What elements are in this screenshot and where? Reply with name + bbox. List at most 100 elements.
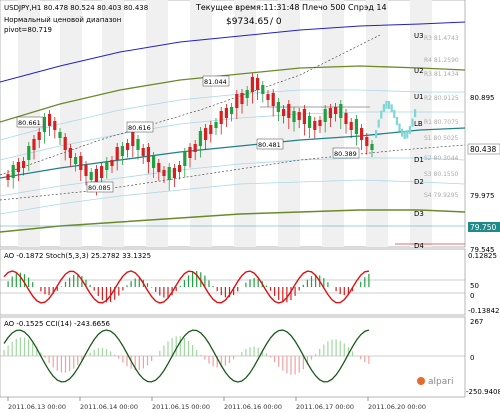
candle-body xyxy=(365,137,369,146)
candle-body xyxy=(63,137,67,150)
forecast-bar xyxy=(380,110,383,119)
candle-body xyxy=(22,161,26,168)
candle-body xyxy=(79,156,83,170)
level-tag: D1 xyxy=(414,156,424,164)
candle-body xyxy=(209,125,213,134)
candle-body xyxy=(126,143,130,150)
candle-body xyxy=(287,104,291,118)
level-value: R2 80.9125 xyxy=(424,95,459,102)
candle-body xyxy=(115,147,119,160)
candle-body xyxy=(131,132,135,146)
time-label: 2011.06.13 00:00 xyxy=(8,403,66,411)
chart-canvas[interactable]: USDJPY,H1 80.478 80.524 80.403 80.438 Те… xyxy=(0,0,500,413)
candle-body xyxy=(162,170,166,176)
osc-scale-zero: 0 xyxy=(470,292,474,300)
candle-body xyxy=(349,122,353,130)
candle-body xyxy=(120,146,124,156)
candle-body xyxy=(53,121,57,130)
candle-body xyxy=(146,147,150,162)
forecast-bar xyxy=(398,123,401,132)
candle-body xyxy=(152,156,156,168)
candle-body xyxy=(193,144,197,152)
candle-body xyxy=(183,152,187,166)
forecast-bar xyxy=(382,104,385,113)
candle-body xyxy=(172,168,176,178)
candle-body xyxy=(16,162,20,172)
candle-body xyxy=(271,93,275,106)
candle-body xyxy=(230,107,234,114)
forecast-bar xyxy=(377,119,380,128)
swing-label: 80.389 xyxy=(334,150,357,158)
candle-body xyxy=(328,108,332,118)
forecast-bar xyxy=(401,128,404,137)
server-time: Текущее время:11:31:48 Плечо 500 Спрэд 1… xyxy=(195,3,387,12)
candle-body xyxy=(100,166,104,178)
symbol-line: USDJPY,H1 80.478 80.524 80.403 80.438 xyxy=(4,4,148,12)
time-label: 2011.06.20 00:00 xyxy=(368,403,426,411)
candle-body xyxy=(141,148,145,156)
level-tag: U3 xyxy=(414,32,424,40)
level-value: R4 81.2590 xyxy=(424,57,459,64)
candle-body xyxy=(297,112,301,120)
forecast-bar xyxy=(406,130,409,139)
candle-body xyxy=(360,128,364,140)
session-stripe xyxy=(190,0,212,247)
candle-body xyxy=(11,165,15,178)
forecast-bar xyxy=(390,104,393,113)
candle-body xyxy=(89,172,93,180)
watermark: alpari xyxy=(428,377,453,387)
time-label: 2011.06.14 00:00 xyxy=(80,403,138,411)
candle-body xyxy=(224,108,228,118)
candle-body xyxy=(58,132,62,138)
indicator-name: Нормальный ценовой диапазон xyxy=(4,16,121,24)
candle-body xyxy=(250,77,254,92)
cci-scale-top: 267 xyxy=(470,318,483,326)
swing-label: 80.085 xyxy=(88,184,111,192)
marker-price: 79.750 xyxy=(470,223,496,232)
candle-body xyxy=(266,94,270,100)
candle-body xyxy=(178,165,182,172)
forecast-bar xyxy=(408,126,411,135)
osc-scale-top: 0.12825 xyxy=(468,252,497,260)
candle-body xyxy=(235,94,239,108)
osc-label: AO -0.1872 Stoch(5,3,3) 25.2782 33.1325 xyxy=(4,252,151,260)
candle-body xyxy=(84,165,88,176)
osc-scale-mid: 50 xyxy=(470,282,479,290)
level-value: S1 80.5025 xyxy=(424,135,459,142)
candle-body xyxy=(323,109,327,122)
candle-body xyxy=(167,167,171,180)
candle-body xyxy=(6,174,10,180)
session-stripe xyxy=(102,0,124,247)
candle-body xyxy=(344,113,348,124)
candle-body xyxy=(219,111,223,124)
time-axis: 2011.06.13 00:00 2011.06.14 00:00 2011.06.… xyxy=(7,397,426,411)
osc-scale-bottom: -0.13842 xyxy=(468,307,499,315)
forecast-bar xyxy=(388,100,391,109)
session-stripe xyxy=(234,0,256,247)
level-value: R3 81.4743 xyxy=(424,35,459,42)
candle-body xyxy=(313,121,317,130)
forecast-bar xyxy=(414,109,417,118)
pivot-value: pivot=80.719 xyxy=(4,26,52,34)
ratio: / 0 xyxy=(270,17,282,27)
candle-body xyxy=(370,144,374,150)
level-tag: LB xyxy=(414,120,423,128)
alpari-logo-icon xyxy=(417,377,425,385)
candle-body xyxy=(48,114,52,126)
candle-body xyxy=(42,117,46,132)
level-tag: U1 xyxy=(414,93,424,101)
level-tag: D4 xyxy=(414,242,424,250)
current-price: 80.438 xyxy=(470,145,496,154)
level-value: S3 80.1550 xyxy=(424,171,459,178)
time-label: 2011.06.15 00:00 xyxy=(152,403,210,411)
swing-label: 80.661 xyxy=(18,119,41,127)
candle-body xyxy=(308,116,312,128)
candle-body xyxy=(261,85,265,94)
scale-tick: 79.975 xyxy=(470,192,495,200)
candle-body xyxy=(276,102,280,112)
forecast-bar xyxy=(395,116,398,125)
balance: $9734.65 xyxy=(226,17,269,27)
candle-body xyxy=(105,161,109,170)
candle-body xyxy=(240,93,244,104)
trading-chart[interactable]: USDJPY,H1 80.478 80.524 80.403 80.438 Те… xyxy=(0,0,500,413)
